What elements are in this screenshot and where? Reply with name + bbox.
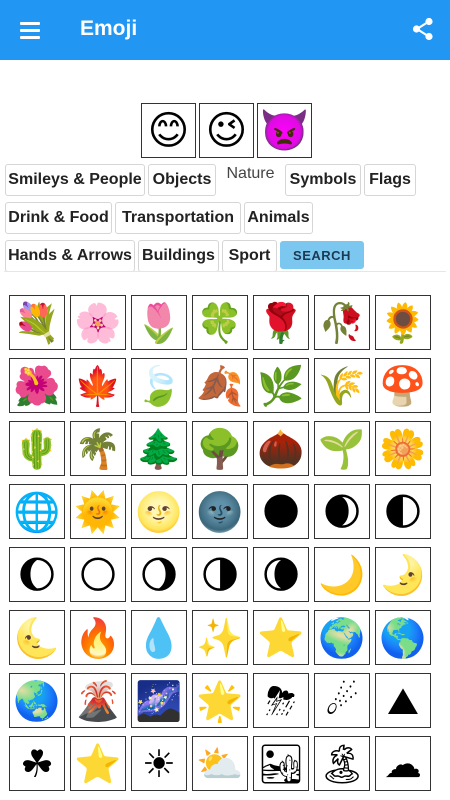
app-bar: Emoji [0,0,450,60]
emoji-cell[interactable]: ☁ [375,736,431,791]
emoji-cell[interactable]: 🍀 [192,295,248,350]
emoji-cell[interactable]: 🌍 [314,610,370,665]
emoji-cell[interactable]: ⛈ [253,673,309,728]
emoji-cell[interactable]: 🌴 [70,421,126,476]
emoji-cell[interactable]: 🌑 [253,484,309,539]
emoji-grid: 💐 🌸 🌷 🍀 🌹 🥀 🌻 🌺 🍁 🍃 🍂 🌿 🌾 🍄 🌵 🌴 🌲 🌳 🌰 🌱 🌼 🌐 🌞 🌝 🌚 🌑 🌒 🌓 🌔 🌕 🌖 🌗 🌘 🌙 🌛 🌜 🔥 💧 ✨ ⭐… [9,295,431,791]
divider [4,271,446,272]
tab-hands-arrows[interactable]: Hands & Arrows [5,240,135,272]
emoji-cell[interactable]: 🌚 [192,484,248,539]
emoji-cell[interactable]: 🌾 [314,358,370,413]
emoji-cell[interactable]: 🌕 [70,547,126,602]
tab-drink-food[interactable]: Drink & Food [5,202,112,234]
emoji-cell[interactable]: 🌙 [314,547,370,602]
emoji-cell[interactable]: 🍂 [192,358,248,413]
emoji-cell[interactable]: 🌔 [9,547,65,602]
emoji-cell[interactable]: 🌳 [192,421,248,476]
emoji-cell[interactable]: 💐 [9,295,65,350]
emoji-cell[interactable]: 🍁 [70,358,126,413]
search-button[interactable]: SEARCH [280,241,364,269]
preview-emoji-1[interactable]: 😊 [141,103,196,158]
emoji-cell[interactable]: ⛅ [192,736,248,791]
emoji-cell[interactable]: 🌹 [253,295,309,350]
page-title: Emoji [80,17,138,40]
tab-symbols[interactable]: Symbols [285,164,361,196]
emoji-cell[interactable]: 🌐 [9,484,65,539]
emoji-cell[interactable]: 🌒 [314,484,370,539]
tab-nature[interactable]: Nature [219,160,282,192]
tab-sport[interactable]: Sport [222,240,277,272]
emoji-cell[interactable]: 🍄 [375,358,431,413]
emoji-cell[interactable]: 🌏 [9,673,65,728]
emoji-cell[interactable]: 🌋 [70,673,126,728]
emoji-cell[interactable]: 🌗 [192,547,248,602]
emoji-cell[interactable]: ☄ [314,673,370,728]
emoji-cell[interactable]: ⭐ [70,736,126,791]
emoji-cell[interactable]: 🌘 [253,547,309,602]
tab-transportation[interactable]: Transportation [115,202,241,234]
emoji-cell[interactable]: 🌌 [131,673,187,728]
emoji-cell[interactable]: ✨ [192,610,248,665]
emoji-cell[interactable]: 🌜 [9,610,65,665]
hamburger-menu-icon[interactable] [18,18,42,42]
emoji-cell[interactable]: 🔥 [70,610,126,665]
tab-smileys-people[interactable]: Smileys & People [5,164,145,196]
emoji-cell[interactable]: 🌻 [375,295,431,350]
emoji-cell[interactable]: ⭐ [253,610,309,665]
emoji-cell[interactable]: ☘ [9,736,65,791]
preview-emoji-2[interactable]: 😉 [199,103,254,158]
emoji-cell[interactable]: 💧 [131,610,187,665]
emoji-cell[interactable]: 🌼 [375,421,431,476]
tab-objects[interactable]: Objects [148,164,216,196]
emoji-cell[interactable]: 🌝 [131,484,187,539]
emoji-cell[interactable]: 🌞 [70,484,126,539]
tab-flags[interactable]: Flags [364,164,416,196]
emoji-cell[interactable]: 🌰 [253,421,309,476]
emoji-cell[interactable]: 🍃 [131,358,187,413]
emoji-cell[interactable]: 🌲 [131,421,187,476]
emoji-cell[interactable]: 🌟 [192,673,248,728]
tab-animals[interactable]: Animals [244,202,313,234]
emoji-cell[interactable]: 🌺 [9,358,65,413]
emoji-cell[interactable]: ☀ [131,736,187,791]
preview-emoji-3[interactable]: 👿 [257,103,312,158]
selected-emoji-preview: 😊 😉 👿 [141,103,312,158]
share-icon[interactable] [410,16,436,42]
emoji-cell[interactable]: 🥀 [314,295,370,350]
emoji-cell[interactable]: 🌸 [70,295,126,350]
emoji-cell[interactable]: 🌎 [375,610,431,665]
emoji-cell[interactable]: 🌿 [253,358,309,413]
emoji-cell[interactable]: 🌵 [9,421,65,476]
emoji-cell[interactable]: 🌓 [375,484,431,539]
emoji-cell[interactable]: 🌷 [131,295,187,350]
emoji-cell[interactable]: ⛰ [375,673,431,728]
emoji-cell[interactable]: 🌖 [131,547,187,602]
emoji-cell[interactable]: 🌛 [375,547,431,602]
tab-buildings[interactable]: Buildings [138,240,219,272]
emoji-cell[interactable]: 🏝 [314,736,370,791]
emoji-cell[interactable]: 🏜 [253,736,309,791]
emoji-cell[interactable]: 🌱 [314,421,370,476]
